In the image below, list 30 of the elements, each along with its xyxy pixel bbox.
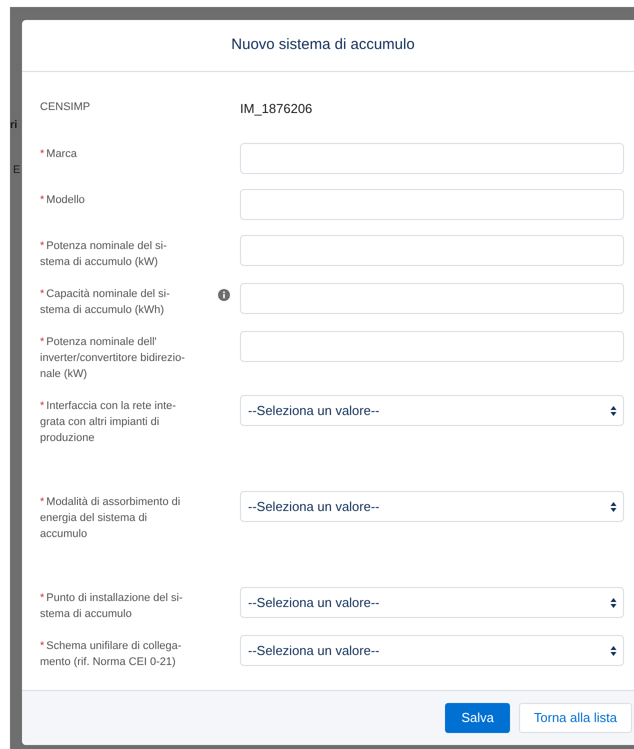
sort-arrows-icon: [610, 500, 617, 512]
background-text: E: [13, 163, 20, 177]
text-field[interactable]: [240, 143, 624, 174]
field-label: * Punto di installazione del si- stema di accumulo: [40, 592, 183, 620]
select-field[interactable]: --Seleziona un valore--: [240, 491, 624, 522]
text-field[interactable]: [240, 283, 624, 314]
background-text: ri: [10, 118, 18, 132]
text-field[interactable]: [240, 235, 624, 266]
field-label: * Marca: [40, 148, 77, 160]
censimp-value: IM_1876206: [240, 100, 312, 118]
field-label: * Interfaccia con la rete inte- grata con altri impianti di produzione: [40, 400, 176, 444]
field-label: * Capacità nominale del si- stema di accumulo (kWh): [40, 288, 170, 316]
sort-arrows-icon: [610, 644, 617, 656]
field-label: * Modello: [40, 194, 85, 206]
select-field[interactable]: --Seleziona un valore--: [240, 635, 624, 666]
field-label: * Potenza nominale del si- stema di accumulo (kW): [40, 240, 167, 268]
text-field[interactable]: [240, 189, 624, 220]
select-field[interactable]: --Seleziona un valore--: [240, 587, 624, 618]
back-button[interactable]: Torna alla lista: [518, 703, 632, 733]
sort-arrows-icon: [610, 596, 617, 608]
censimp-label: CENSIMP: [40, 100, 92, 115]
field-label: * Modalità di assorbimento di energia del sistema di accumulo: [40, 496, 180, 540]
save-button[interactable]: Salva: [445, 703, 510, 733]
select-field[interactable]: --Seleziona un valore--: [240, 395, 624, 426]
sort-arrows-icon: [610, 404, 617, 416]
text-field[interactable]: [240, 331, 624, 362]
info-icon[interactable]: [218, 289, 230, 301]
field-label: * Potenza nominale dell' inverter/convertitore bidirezio- nale (kW): [40, 336, 185, 380]
modal-title: Nuovo sistema di accumulo: [231, 35, 415, 56]
field-label: * Schema unifilare di collega- mento (rif. Norma CEI 0-21): [40, 640, 182, 668]
